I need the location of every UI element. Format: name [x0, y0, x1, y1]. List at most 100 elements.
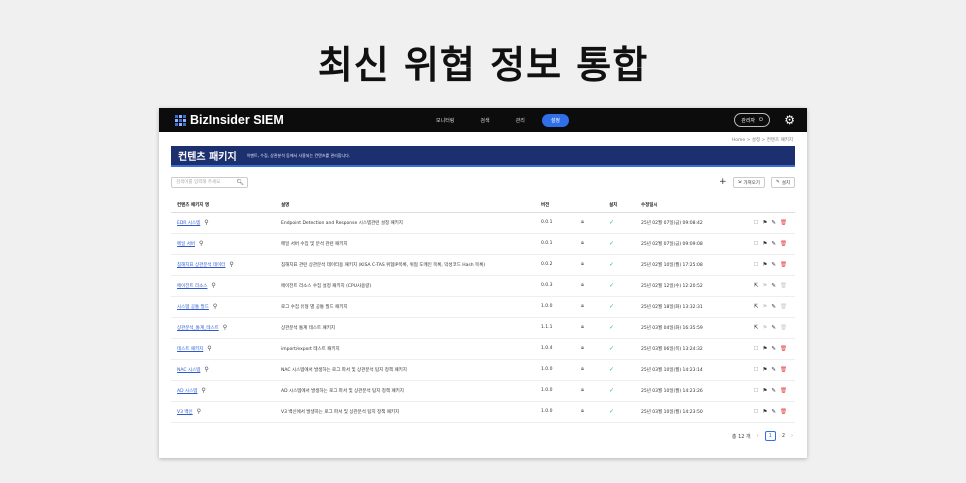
export-icon[interactable]: ⇱	[754, 283, 759, 289]
edit-icon[interactable]: ✎	[771, 283, 776, 289]
magnifier-icon[interactable]: ⚲	[201, 387, 205, 394]
edit-icon[interactable]: ✎	[771, 346, 776, 352]
edit-icon[interactable]: ✎	[771, 262, 776, 268]
flag-icon[interactable]: ⚑	[762, 346, 767, 352]
magnifier-icon[interactable]: ⚲	[211, 282, 215, 289]
export-icon[interactable]: ⇱	[754, 304, 759, 310]
nav-monitoring[interactable]: 모니터링	[427, 114, 463, 127]
delete-icon[interactable]: 🗑︎	[780, 283, 787, 289]
cell-actions: ☐ ⚑ ✎ 🗑︎	[735, 212, 795, 234]
search-input[interactable]: 검색어를 입력해 주세요. 🔍︎	[171, 177, 248, 188]
install-button[interactable]: ✎ 설치	[770, 177, 795, 188]
flag-icon[interactable]: ⚑	[762, 388, 767, 394]
table-row[interactable]: V3 백신 ⚲ V3 백신에서 발생하는 로그 파서 및 상관분석 탐지 정책 패키…	[171, 401, 795, 423]
lock-icon: 🔒︎	[581, 303, 584, 309]
package-name-link[interactable]: NAC 시스템	[177, 368, 200, 373]
app-window: BizInsider SIEM 모니터링 검색 관리 설정 관리자 ⏻ ⚙ Ho…	[159, 108, 807, 458]
edit-icon[interactable]: ✎	[771, 409, 776, 415]
table-row[interactable]: 메일 서버 ⚲ 메일 서버 수집 및 분석 관련 패키지 0.0.1 🔒︎ ✓ 25년 02…	[171, 233, 795, 255]
export-icon[interactable]: ☐	[754, 346, 759, 352]
flag-icon[interactable]: ⚑	[762, 283, 767, 289]
package-name-link[interactable]: AD 시스템	[177, 389, 197, 394]
next-page-icon[interactable]: ›	[791, 433, 793, 439]
lock-icon: 🔒︎	[581, 387, 584, 393]
flag-icon[interactable]: ⚑	[762, 262, 767, 268]
install-label: 설치	[781, 180, 790, 186]
package-name-link[interactable]: 상관분석_통계_테스트	[177, 326, 219, 331]
cell-desc: V3 백신에서 발생하는 로그 파서 및 상관분석 탐지 정책 패키지	[275, 401, 535, 423]
admin-button[interactable]: 관리자 ⏻	[734, 113, 770, 127]
cell-installed: ✓	[603, 338, 635, 360]
table-row[interactable]: 에이전트 리소스 ⚲ 에이전트 리소스 수집 설정 패키지 (CPU사용량) 0.0.…	[171, 275, 795, 297]
delete-icon[interactable]: 🗑︎	[780, 325, 787, 331]
package-name-link[interactable]: V3 백신	[177, 410, 193, 415]
table-row[interactable]: EDR 시스템 ⚲ Endpoint Detection and Response …	[171, 212, 795, 234]
package-name-link[interactable]: 에이전트 리소스	[177, 284, 207, 289]
nav-manage[interactable]: 관리	[507, 114, 534, 127]
lock-icon: 🔒︎	[581, 240, 584, 246]
edit-icon[interactable]: ✎	[771, 388, 776, 394]
magnifier-icon[interactable]: ⚲	[204, 366, 208, 373]
magnifier-icon[interactable]: ⚲	[223, 324, 227, 331]
page-1[interactable]: 1	[764, 431, 776, 441]
import-button[interactable]: ⇲ 가져오기	[732, 177, 765, 188]
delete-icon[interactable]: 🗑︎	[780, 304, 787, 310]
edit-icon[interactable]: ✎	[771, 325, 776, 331]
table-row[interactable]: AD 시스템 ⚲ AD 시스템에서 발생하는 로그 파서 및 상관분석 탐지 정책 …	[171, 380, 795, 402]
magnifier-icon[interactable]: ⚲	[213, 303, 217, 310]
magnifier-icon[interactable]: ⚲	[204, 219, 208, 226]
row-actions: ☐ ⚑ ✎ 🗑︎	[741, 241, 795, 247]
table-row[interactable]: 상관분석_통계_테스트 ⚲ 상관분석 통계 테스트 패키지 1.1.1 🔒︎ ✓ 25년 0…	[171, 317, 795, 339]
edit-icon[interactable]: ✎	[771, 367, 776, 373]
edit-icon[interactable]: ✎	[771, 304, 776, 310]
export-icon[interactable]: ☐	[754, 367, 759, 373]
package-name-link[interactable]: 메일 서버	[177, 242, 195, 247]
cell-name: 시스템 공통 필드 ⚲	[171, 296, 275, 318]
flag-icon[interactable]: ⚑	[762, 304, 767, 310]
package-name-link[interactable]: 테스트 패키지	[177, 347, 203, 352]
delete-icon[interactable]: 🗑︎	[780, 409, 787, 415]
cell-version: 0.0.1	[535, 212, 575, 234]
cell-actions: ☐ ⚑ ✎ 🗑︎	[735, 338, 795, 360]
table-row[interactable]: NAC 시스템 ⚲ NAC 시스템에서 발생하는 로그 파서 및 상관분석 탐지 정…	[171, 359, 795, 381]
page-2[interactable]: 2	[782, 433, 785, 439]
package-name-link[interactable]: EDR 시스템	[177, 221, 200, 226]
flag-icon[interactable]: ⚑	[762, 220, 767, 226]
package-name-link[interactable]: 시스템 공통 필드	[177, 305, 209, 310]
brand-logo[interactable]: BizInsider SIEM	[175, 113, 284, 127]
gear-icon[interactable]: ⚙	[784, 113, 795, 127]
export-icon[interactable]: ☐	[754, 388, 759, 394]
edit-icon[interactable]: ✎	[771, 241, 776, 247]
export-icon[interactable]: ☐	[754, 241, 759, 247]
flag-icon[interactable]: ⚑	[762, 241, 767, 247]
delete-icon[interactable]: 🗑︎	[780, 346, 787, 352]
package-name-link[interactable]: 침해지표 상관분석 데이터	[177, 263, 225, 268]
prev-page-icon[interactable]: ‹	[757, 433, 759, 439]
magnifier-icon[interactable]: ⚲	[197, 408, 201, 415]
delete-icon[interactable]: 🗑︎	[780, 241, 787, 247]
nav-settings[interactable]: 설정	[541, 113, 570, 127]
search-icon[interactable]: 🔍︎	[236, 178, 244, 187]
table-row[interactable]: 침해지표 상관분석 데이터 ⚲ 침해지표 관련 상관분석 데이터용 패키지 (KIS…	[171, 254, 795, 276]
delete-icon[interactable]: 🗑︎	[780, 220, 787, 226]
magnifier-icon[interactable]: ⚲	[229, 261, 233, 268]
edit-icon[interactable]: ✎	[771, 220, 776, 226]
table-row[interactable]: 테스트 패키지 ⚲ import/export 테스트 패키지 1.0.4 🔒︎ ✓ 25년…	[171, 338, 795, 360]
magnifier-icon[interactable]: ⚲	[207, 345, 211, 352]
export-icon[interactable]: ⇱	[754, 325, 759, 331]
magnifier-icon[interactable]: ⚲	[199, 240, 203, 247]
flag-icon[interactable]: ⚑	[762, 367, 767, 373]
table-row[interactable]: 시스템 공통 필드 ⚲ 로그 수집 유형 별 공통 필드 패키지 1.0.0 🔒︎ ✓ 25…	[171, 296, 795, 318]
flag-icon[interactable]: ⚑	[762, 409, 767, 415]
nav-search[interactable]: 검색	[471, 114, 498, 127]
cell-lock: 🔒︎	[575, 254, 603, 276]
add-button[interactable]: +	[719, 177, 727, 188]
export-icon[interactable]: ☐	[754, 220, 759, 226]
delete-icon[interactable]: 🗑︎	[780, 262, 787, 268]
export-icon[interactable]: ☐	[754, 409, 759, 415]
delete-icon[interactable]: 🗑︎	[780, 388, 787, 394]
export-icon[interactable]: ☐	[754, 262, 759, 268]
delete-icon[interactable]: 🗑︎	[780, 367, 787, 373]
flag-icon[interactable]: ⚑	[762, 325, 767, 331]
package-table: 컨텐츠 패키지 명 설명 버전 설치 수정일시 EDR 시스템 ⚲ Endpoint…	[171, 198, 795, 423]
